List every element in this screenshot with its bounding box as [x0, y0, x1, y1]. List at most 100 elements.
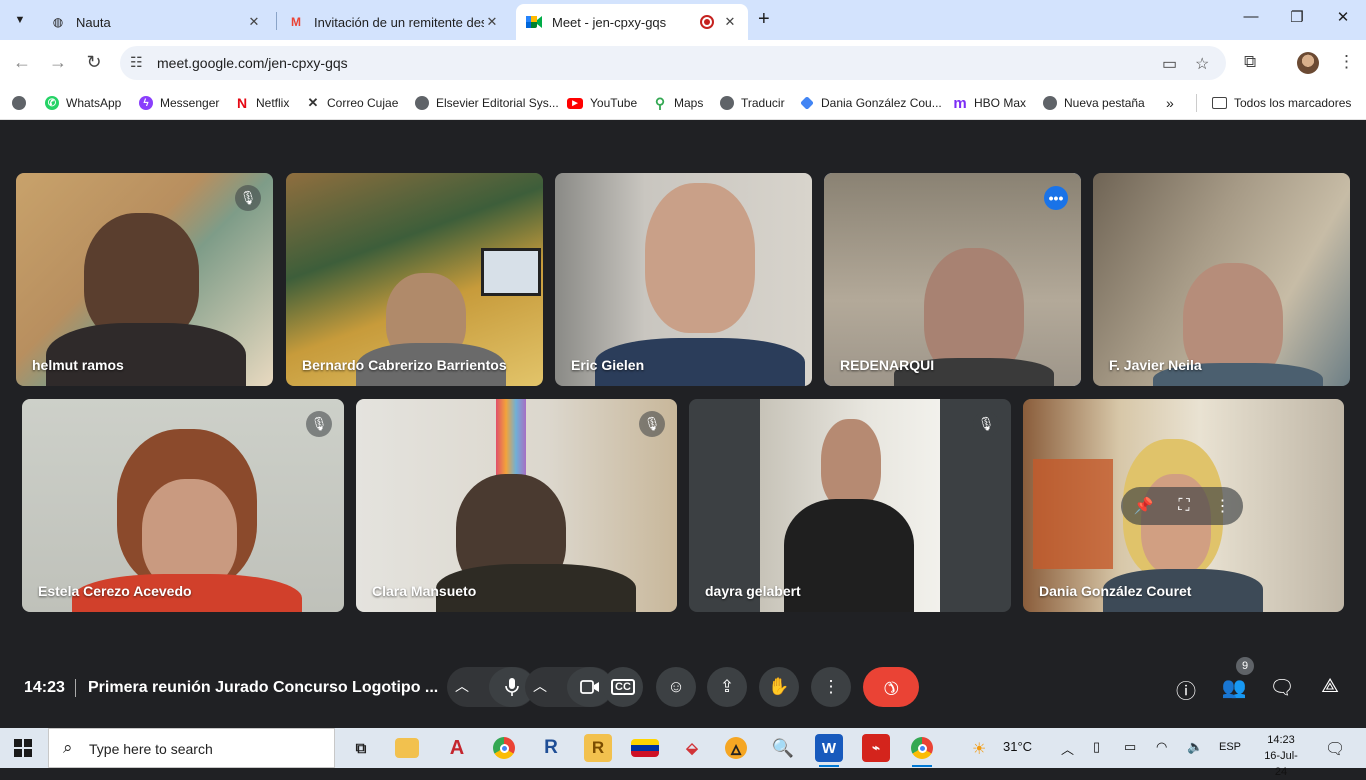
leave-call-button[interactable]: ✆	[863, 667, 919, 707]
activities-button[interactable]: ⟁	[1317, 675, 1343, 698]
new-tab-button[interactable]: +	[758, 8, 770, 31]
present-button[interactable]: ⇪	[707, 667, 747, 707]
meeting-details-button[interactable]: ⓘ	[1173, 675, 1199, 704]
bookmark-label: Elsevier Editorial Sys...	[436, 96, 559, 110]
bookmark-messenger[interactable]: ϟ Messenger	[139, 93, 219, 113]
bookmark-maps[interactable]: ⚲ Maps	[653, 93, 703, 113]
address-bar[interactable]: ☷ meet.google.com/jen-cpxy-gqs ▭ ☆	[120, 46, 1226, 80]
more-options-button[interactable]: ⋮	[811, 667, 851, 707]
close-icon[interactable]: ✕	[722, 14, 738, 30]
emoji-icon: ☺	[667, 677, 685, 696]
bookmark-hbo-max[interactable]: m HBO Max	[953, 93, 1026, 113]
tab-gmail[interactable]: M Invitación de un remitente desc ✕	[278, 4, 510, 40]
bookmark-youtube[interactable]: ▶ YouTube	[567, 93, 637, 113]
task-view-icon[interactable]: ⧉	[347, 734, 375, 762]
all-bookmarks-folder[interactable]: Todos los marcadores	[1212, 93, 1351, 113]
bookmark-star-icon[interactable]: ☆	[1195, 54, 1209, 74]
participant-tile[interactable]: 🎙 helmut ramos	[16, 173, 273, 386]
more-vert-icon[interactable]: ⋮	[1215, 496, 1231, 516]
participant-figure	[821, 419, 881, 509]
taskbar-search[interactable]: ⌕ Type here to search	[48, 728, 335, 768]
present-screen-icon: ⇪	[719, 677, 735, 696]
archicad-icon[interactable]: ▵	[725, 737, 747, 760]
chrome-active-icon[interactable]	[908, 734, 936, 767]
bookmark-whatsapp[interactable]: ✆ WhatsApp	[45, 93, 121, 113]
close-icon[interactable]: ✕	[484, 14, 500, 30]
extensions-icon[interactable]: ⧉	[1244, 52, 1256, 72]
bookmark-label: WhatsApp	[66, 96, 122, 110]
site-info-icon[interactable]: ☷	[130, 54, 143, 71]
participant-tile-active-speaker[interactable]: ••• REDENARQUI	[824, 173, 1081, 386]
bookmark-globe[interactable]	[12, 93, 33, 113]
wifi-icon[interactable]: ◠	[1156, 739, 1167, 755]
back-button[interactable]: ←	[10, 51, 34, 75]
participant-tile[interactable]: Bernardo Cabrerizo Barrientos	[286, 173, 543, 386]
bookmark-nueva-pestana[interactable]: Nueva pestaña	[1043, 93, 1145, 113]
folder-icon	[1212, 97, 1227, 109]
app-r-yellow-icon[interactable]: R	[584, 734, 612, 762]
device-icon[interactable]: ▯	[1093, 739, 1100, 755]
bookmark-divider	[1196, 94, 1197, 112]
profile-avatar[interactable]	[1297, 52, 1319, 74]
url-text[interactable]: meet.google.com/jen-cpxy-gqs	[157, 55, 348, 71]
chevron-up-icon[interactable]: ︿	[1061, 739, 1074, 758]
emoji-button[interactable]: ☺	[656, 667, 696, 707]
bookmark-correo-cujae[interactable]: ✕ Correo Cujae	[306, 93, 399, 113]
chrome-icon[interactable]	[490, 734, 518, 762]
app-r-blue-icon[interactable]: R	[537, 734, 565, 762]
more-bookmarks-chevron-icon[interactable]: »	[1166, 93, 1174, 113]
close-icon[interactable]: ✕	[246, 14, 262, 30]
meet-stage: 🎙 helmut ramos Bernardo Cabrerizo Barrie…	[0, 121, 1366, 728]
forward-button[interactable]: →	[46, 51, 70, 75]
restore-button[interactable]: ❐	[1274, 8, 1320, 26]
start-button[interactable]	[14, 739, 32, 757]
tile-hover-toolbar: 📌 ⛶ ⋮	[1121, 487, 1243, 525]
more-options-icon[interactable]: •••	[1044, 186, 1068, 210]
word-icon[interactable]: W	[815, 734, 843, 767]
bookmark-netflix[interactable]: N Netflix	[235, 93, 289, 113]
participant-tile[interactable]: 🎙 Clara Mansueto	[356, 399, 677, 612]
pin-icon[interactable]: 📌	[1133, 496, 1153, 516]
sketchup-icon[interactable]: ⬙	[678, 734, 706, 762]
search-placeholder: Type here to search	[89, 741, 213, 757]
bookmark-traducir[interactable]: Traducir	[720, 93, 785, 113]
participant-tile[interactable]: Eric Gielen	[555, 173, 812, 386]
people-button[interactable]: 👥	[1221, 675, 1247, 700]
weather-icon[interactable]: ☀	[972, 739, 986, 759]
pdf-icon[interactable]: ⌁	[862, 734, 890, 762]
close-window-button[interactable]: ✕	[1320, 8, 1366, 26]
chevron-up-icon[interactable]: ︿	[533, 676, 547, 696]
reload-button[interactable]: ↻	[82, 51, 106, 75]
tab-nauta[interactable]: ◍ Nauta ✕	[40, 4, 272, 40]
camera-in-use-icon[interactable]: ▭	[1162, 54, 1177, 74]
notifications-icon[interactable]: 🗨	[1325, 739, 1345, 759]
acrobat-icon[interactable]: A	[443, 734, 471, 762]
participant-tile[interactable]: 🎙 Estela Cerezo Acevedo	[22, 399, 344, 612]
chat-button[interactable]: 🗨	[1269, 675, 1295, 700]
search-tool-icon[interactable]: 🔍	[769, 734, 797, 762]
participant-tile[interactable]: F. Javier Neila	[1093, 173, 1350, 386]
camera-control: ︿	[525, 667, 613, 707]
weather-temp[interactable]: 31°C	[1003, 739, 1032, 754]
language-indicator[interactable]: ESP	[1219, 741, 1241, 753]
volume-icon[interactable]: 🔈	[1187, 739, 1203, 755]
flag-app-icon[interactable]	[631, 739, 659, 757]
tab-search-button[interactable]: ▼	[8, 8, 32, 32]
chrome-menu-icon[interactable]: ⋮	[1338, 52, 1355, 72]
raise-hand-button[interactable]: ✋	[759, 667, 799, 707]
battery-icon[interactable]: ▭	[1124, 739, 1136, 755]
participant-tile[interactable]: 📌 ⛶ ⋮ Dania González Couret	[1023, 399, 1344, 612]
bookmark-elsevier[interactable]: Elsevier Editorial Sys...	[415, 93, 559, 113]
file-explorer-icon[interactable]	[395, 738, 419, 758]
chevron-up-icon[interactable]: ︿	[455, 676, 469, 696]
bookmark-dania-drive[interactable]: Dania González Cou...	[800, 93, 942, 113]
captions-button[interactable]: CC	[603, 667, 643, 707]
system-clock[interactable]: 14:23 16-Jul-24	[1259, 732, 1303, 780]
minimize-button[interactable]: —	[1228, 8, 1274, 25]
tab-meet[interactable]: Meet - jen-cpxy-gqs ✕	[516, 4, 748, 40]
globe-icon	[12, 96, 26, 110]
more-vert-icon: ⋮	[822, 677, 840, 696]
frame-icon[interactable]: ⛶	[1178, 497, 1189, 515]
activities-icon: ⟁	[1321, 675, 1339, 697]
participant-tile[interactable]: 🎙 dayra gelabert	[689, 399, 1011, 612]
